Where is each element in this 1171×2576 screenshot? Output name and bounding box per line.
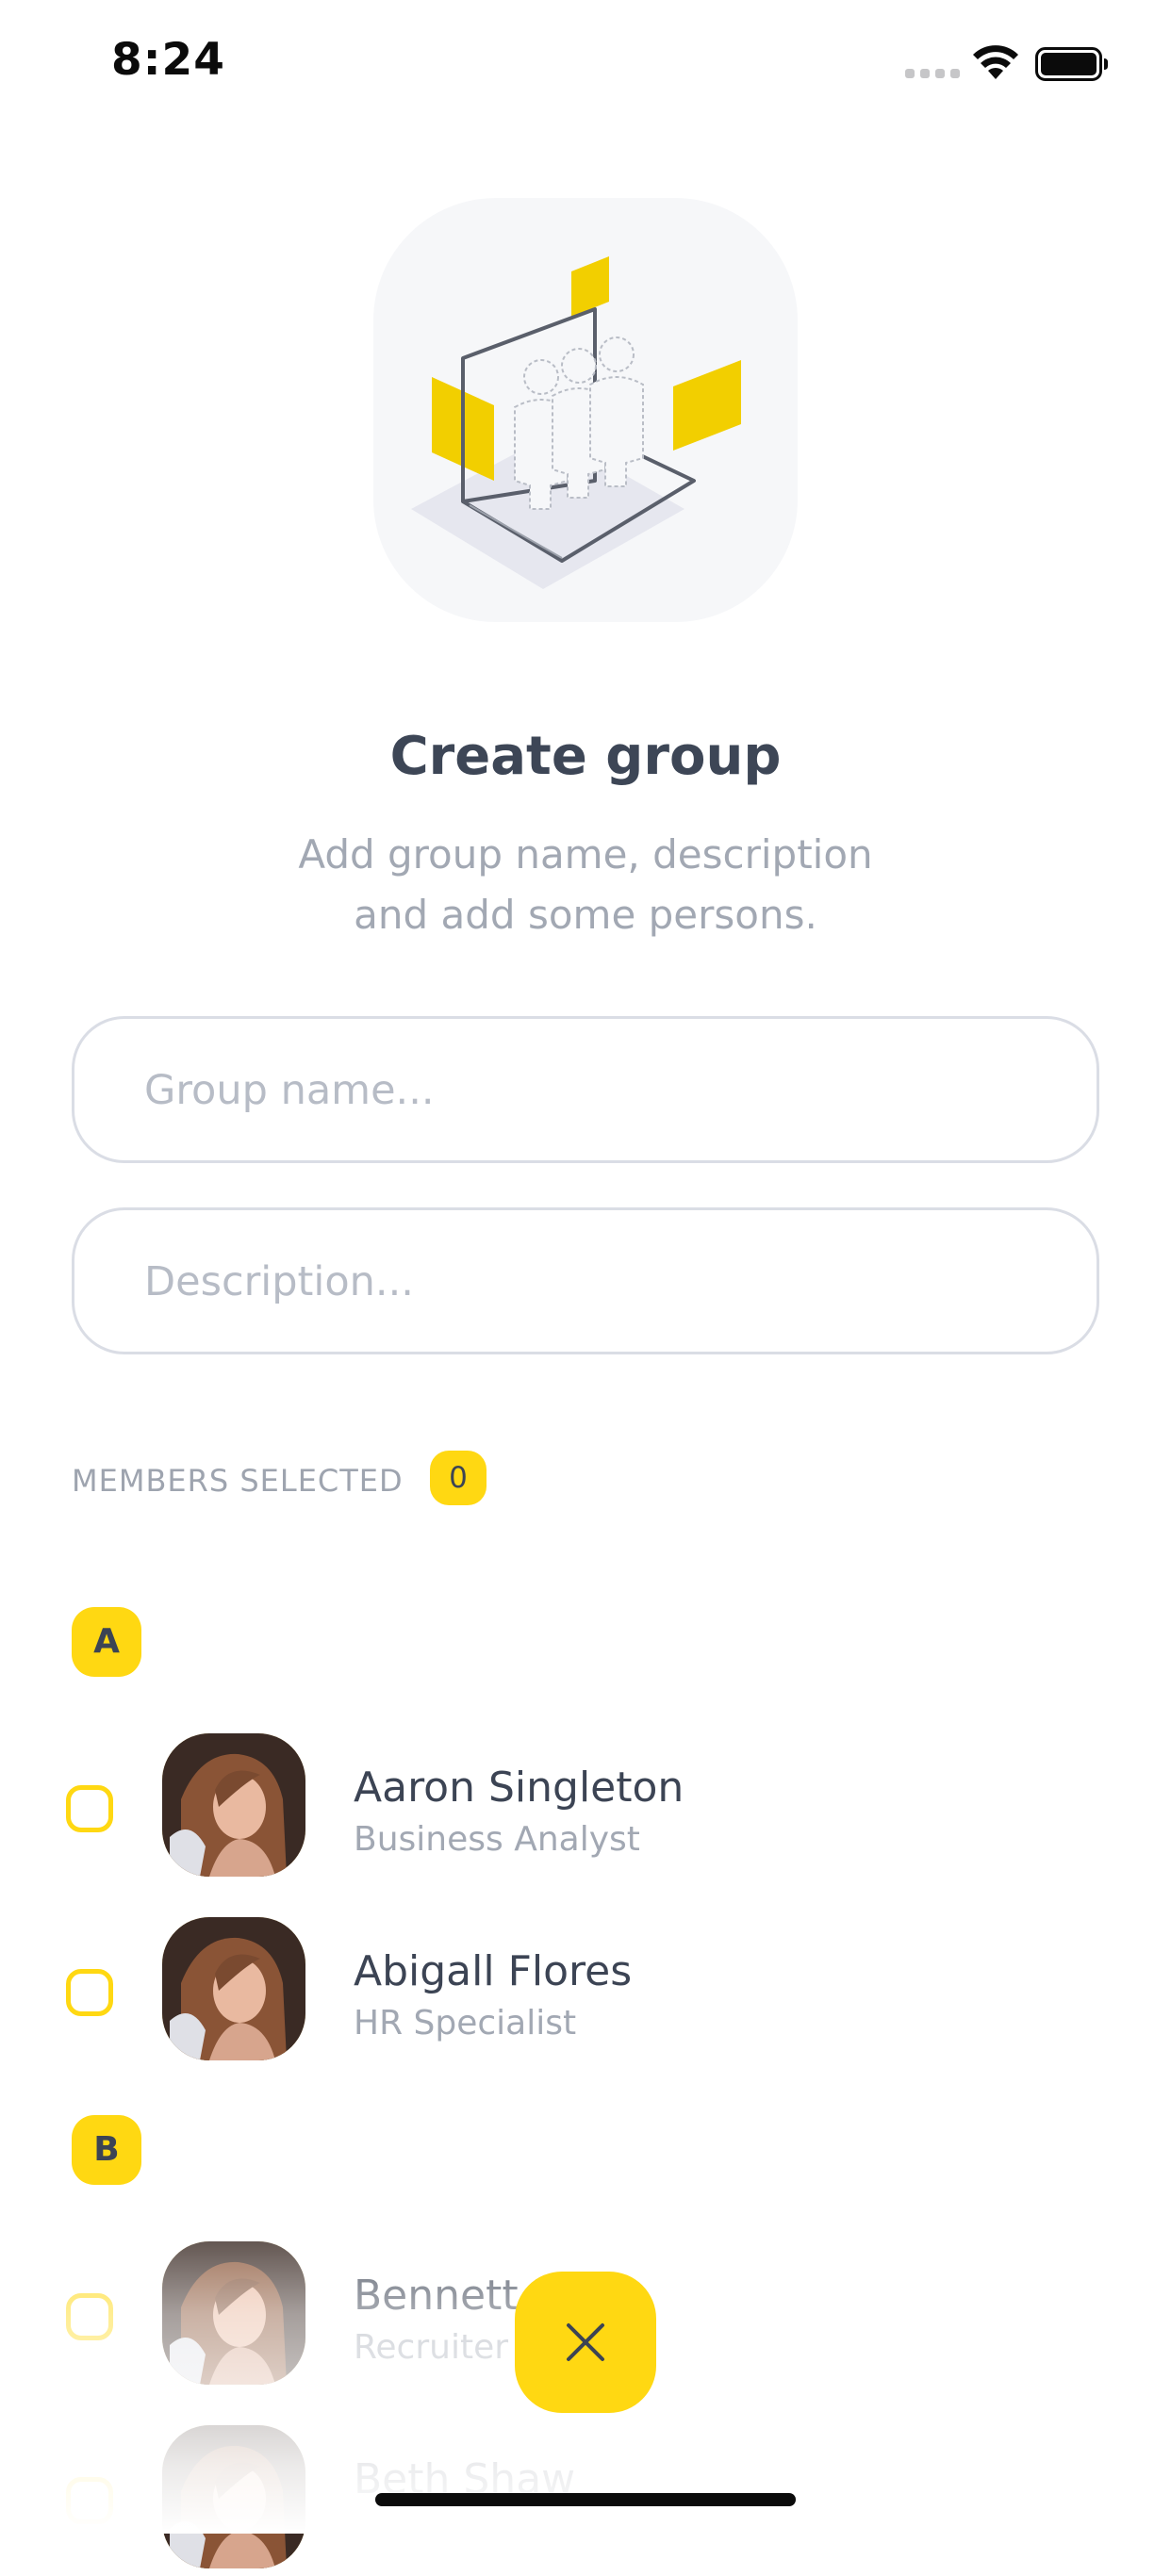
status-bar: 8:24 (0, 0, 1171, 132)
avatar (162, 2241, 305, 2385)
member-checkbox[interactable] (66, 2293, 113, 2340)
group-name-input[interactable] (142, 1019, 1032, 1162)
create-group-illustration (373, 198, 798, 622)
status-time: 8:24 (111, 34, 225, 86)
description-field[interactable] (72, 1207, 1099, 1354)
section-letter-badge: A (72, 1607, 141, 1677)
home-indicator[interactable] (375, 2493, 796, 2506)
member-checkbox[interactable] (66, 1785, 113, 1832)
close-icon (567, 2323, 604, 2361)
members-selected-count-badge: 0 (430, 1451, 487, 1505)
avatar (162, 1733, 305, 1877)
page-title: Create group (389, 726, 782, 787)
list-item[interactable]: Abigall Flores HR Specialist (0, 1917, 1171, 2068)
close-button[interactable] (515, 2272, 656, 2413)
member-role: HR Specialist (354, 2004, 577, 2043)
cellular-signal-icon (905, 69, 960, 80)
section-letter-badge: B (72, 2115, 141, 2185)
avatar (162, 1917, 305, 2060)
member-role: Business Analyst (354, 1820, 640, 1859)
member-name: Aaron Singleton (354, 1764, 684, 1812)
avatar (162, 2425, 305, 2568)
list-item[interactable]: Aaron Singleton Business Analyst (0, 1733, 1171, 1884)
subtitle-line: and add some persons. (354, 892, 817, 938)
page-subtitle: Add group name, description and add some… (0, 825, 1171, 945)
member-checkbox[interactable] (66, 2477, 113, 2524)
members-selected-label: MEMBERS SELECTED (72, 1463, 404, 1499)
description-input[interactable] (142, 1210, 1032, 1354)
subtitle-line: Add group name, description (298, 831, 873, 878)
battery-icon (1035, 47, 1109, 81)
member-checkbox[interactable] (66, 1969, 113, 2016)
member-role: Recruiter (354, 2328, 509, 2367)
wifi-icon (971, 43, 1020, 81)
group-name-field[interactable] (72, 1016, 1099, 1163)
member-name: Abigall Flores (354, 1947, 633, 1995)
